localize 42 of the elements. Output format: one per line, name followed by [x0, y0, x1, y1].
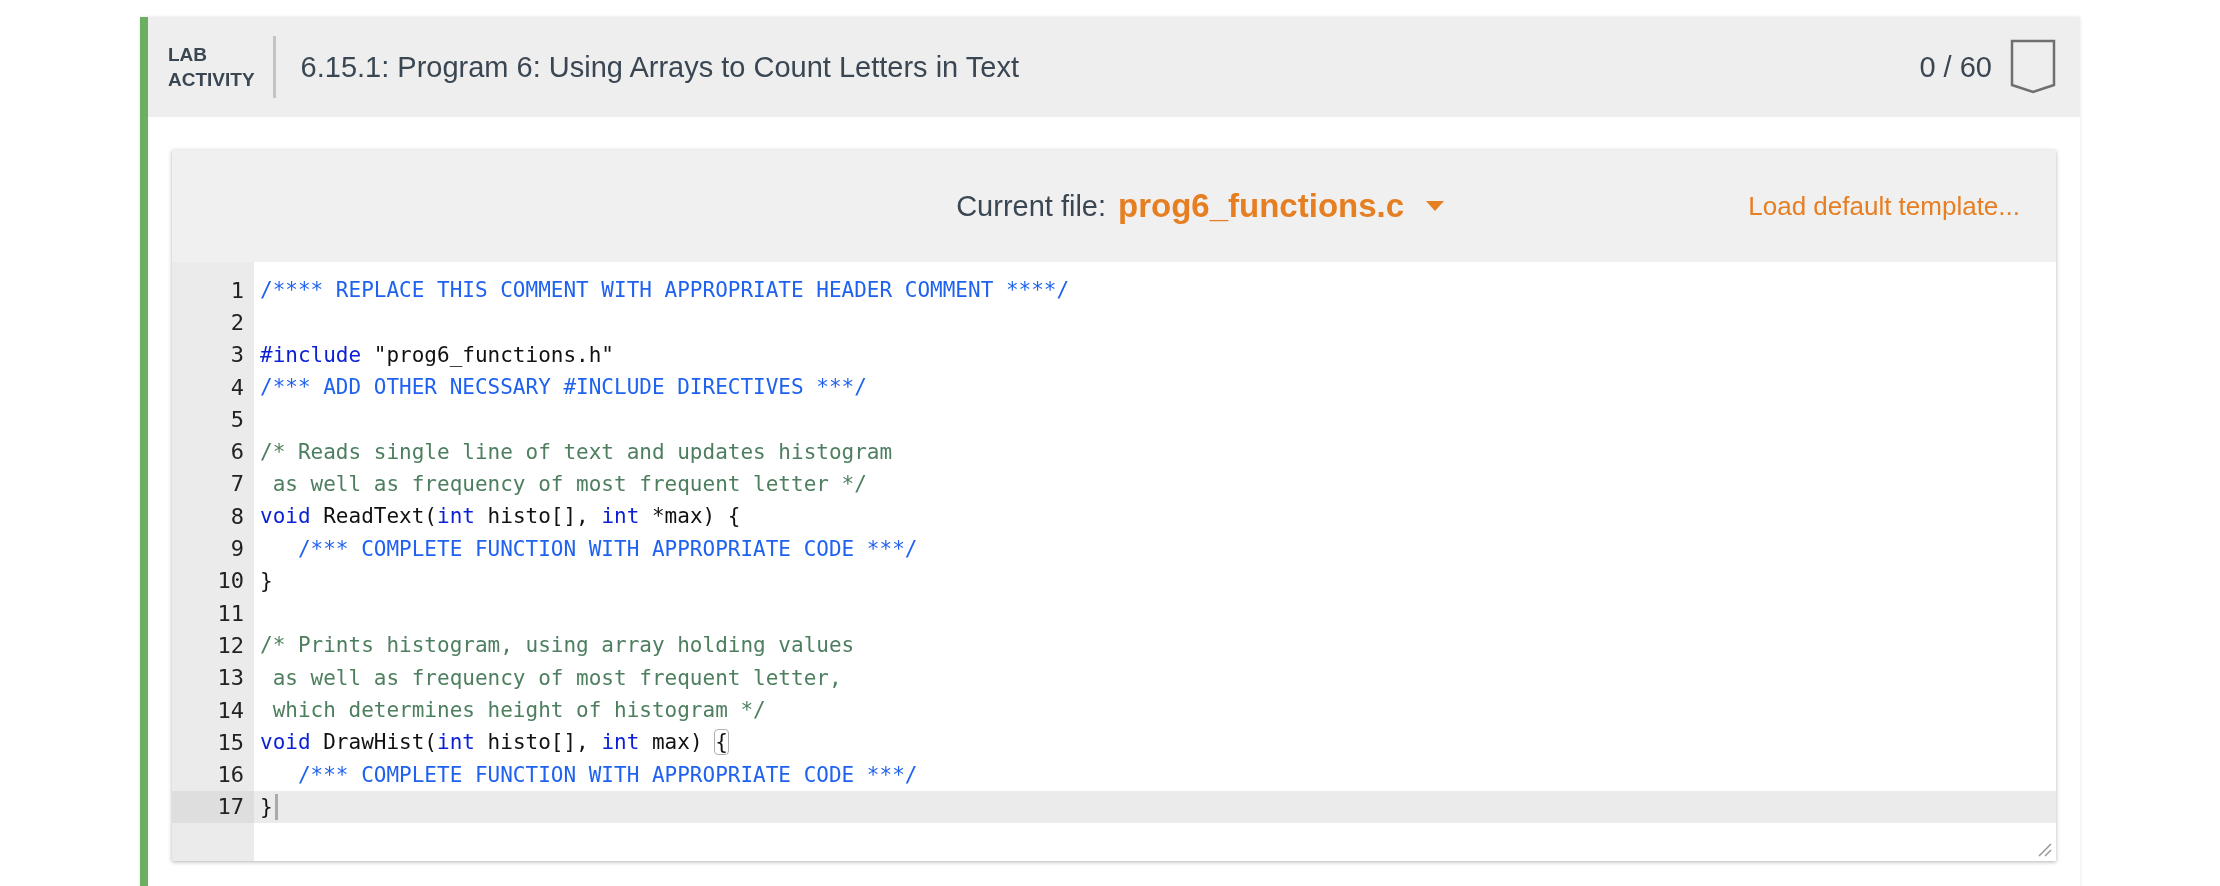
text-cursor [274, 793, 278, 820]
completion-badge-icon [2010, 39, 2056, 95]
line-number: 9 [172, 532, 254, 565]
line-number: 4 [172, 370, 254, 404]
line-number: 15 [172, 726, 254, 759]
code-editor[interactable] [172, 262, 2056, 862]
line-number: 5 [172, 403, 254, 436]
load-template-link[interactable]: Load default template... [1748, 190, 2020, 222]
caret-icon [1426, 201, 1445, 211]
code-line: which determines height of histogram */ [271, 697, 767, 724]
line-number: 16 [172, 758, 254, 791]
line-number: 1 [172, 274, 254, 307]
line-number: 13 [172, 661, 254, 694]
code-line: /*** COMPLETE FUNCTION WITH APPROPRIATE CODE ***/ [296, 761, 919, 789]
line-number: 2 [172, 306, 254, 339]
score-text: 0 / 60 [1919, 50, 1992, 84]
code-line: #include "prog6_functions.h" [259, 341, 616, 369]
file-dropdown[interactable]: prog6_functions.c [1118, 187, 1445, 225]
code-line: as well as frequency of most frequent letter */ [271, 470, 868, 498]
code-line: void DrawHist(int histo[], int max) { [259, 729, 729, 757]
line-number: 10 [172, 564, 254, 597]
code-line: /* Reads single line of text and updates histogram [259, 438, 894, 466]
line-number: 14 [172, 693, 254, 727]
code-line: as well as frequency of most frequent letter, [271, 664, 843, 692]
line-number: 17 [172, 790, 254, 824]
activity-label: ACTIVITY [168, 68, 255, 92]
code-line: /*** ADD OTHER NECSSARY #INCLUDE DIRECTIVES ***/ [259, 374, 868, 402]
line-number: 3 [172, 338, 254, 371]
code-line: /*** COMPLETE FUNCTION WITH APPROPRIATE CODE ***/ [296, 535, 919, 563]
line-number: 8 [172, 500, 254, 533]
code-line: } [259, 567, 274, 595]
code-line: /* Prints histogram, using array holding values [259, 632, 856, 660]
line-number: 7 [172, 467, 254, 501]
line-number: 12 [172, 629, 254, 662]
code-line: void ReadText(int histo[], int *max) { [259, 503, 742, 531]
code-line: /**** REPLACE THIS COMMENT WITH APPROPRIATE HEADER COMMENT ****/ [259, 277, 1071, 305]
activity-title: 6.15.1: Program 6: Using Arrays to Count Letters in Text [300, 50, 1020, 84]
line-number: 11 [172, 596, 254, 630]
activity-label: LAB [168, 43, 209, 67]
current-file-label: Current file: [956, 189, 1107, 223]
line-number: 6 [172, 435, 254, 468]
resize-grip-icon[interactable] [2036, 841, 2052, 858]
